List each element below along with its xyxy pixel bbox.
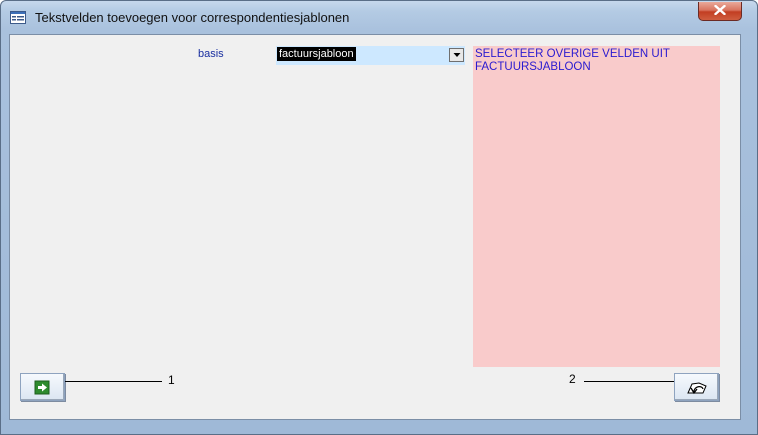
chevron-down-icon	[453, 53, 461, 57]
undo-button[interactable]	[674, 373, 719, 401]
info-panel: SELECTEER OVERIGE VELDEN UIT FACTUURSJAB…	[473, 46, 720, 367]
dialog-window: Tekstvelden toevoegen voor correspondent…	[0, 0, 758, 435]
arrow-right-icon	[34, 380, 50, 395]
connector-line-1	[65, 381, 162, 382]
window-title: Tekstvelden toevoegen voor correspondent…	[35, 10, 350, 25]
undo-icon	[687, 382, 707, 395]
title-bar[interactable]: Tekstvelden toevoegen voor correspondent…	[1, 1, 757, 31]
next-button[interactable]	[20, 373, 65, 401]
close-button[interactable]	[698, 2, 742, 21]
connector-line-2	[584, 381, 674, 382]
basis-selected-value[interactable]: factuursjabloon	[277, 47, 356, 61]
form-body: basis factuursjabloon SELECTEER OVERIGE …	[9, 34, 741, 420]
step-label-1: 1	[168, 373, 175, 387]
dropdown-button[interactable]	[449, 48, 464, 62]
basis-combobox[interactable]: factuursjabloon	[276, 46, 465, 65]
basis-label: basis	[198, 48, 224, 60]
step-label-2: 2	[569, 372, 576, 386]
close-icon	[714, 2, 726, 20]
form-icon	[10, 11, 26, 24]
